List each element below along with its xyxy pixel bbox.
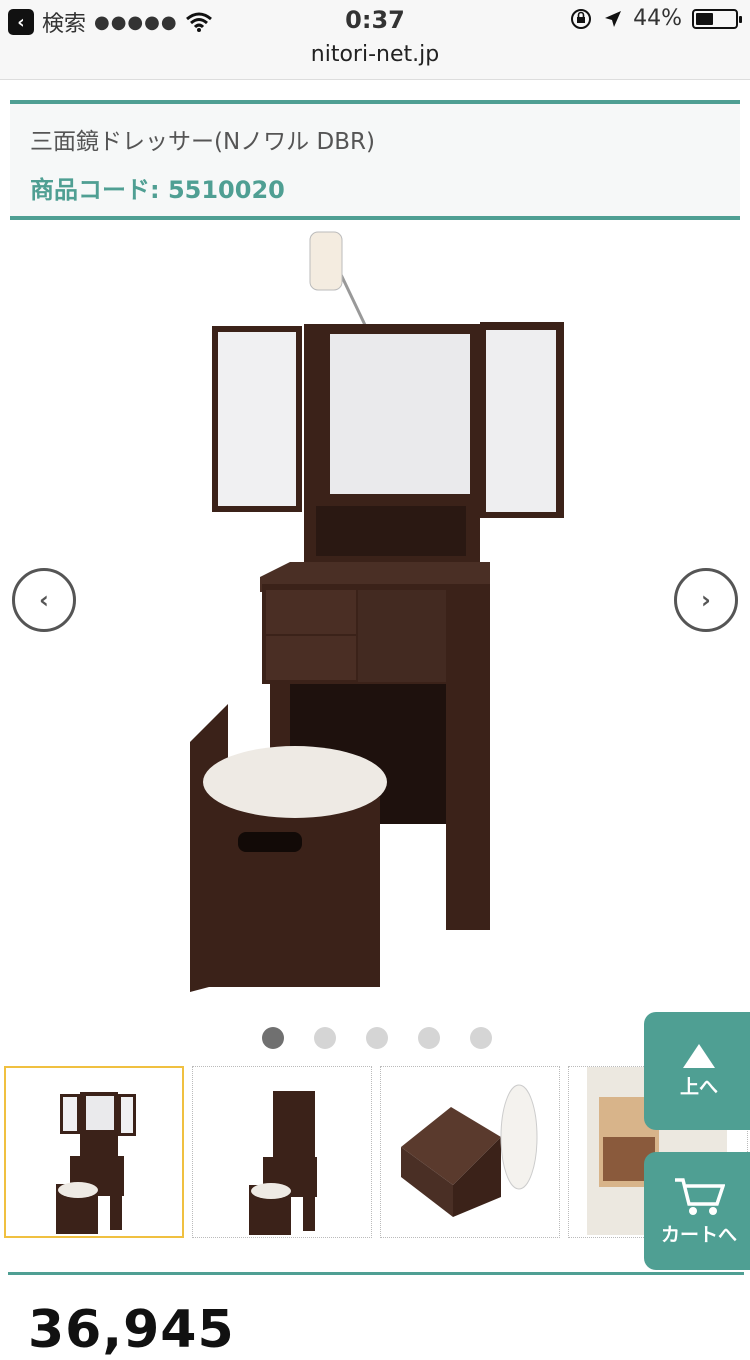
battery-icon <box>692 8 742 29</box>
pagination-dot[interactable] <box>366 1027 388 1049</box>
pagination-dot[interactable] <box>262 1027 284 1049</box>
thumbnail-dresser-closed[interactable] <box>192 1066 372 1238</box>
scroll-to-top-label: 上へ <box>679 1075 718 1098</box>
product-image-gallery[interactable]: ‹ › <box>0 222 750 1022</box>
go-to-cart-label: カートへ <box>660 1223 737 1246</box>
section-divider <box>8 1272 744 1275</box>
thumbnail-dresser-open[interactable] <box>4 1066 184 1238</box>
battery-percent: 44% <box>633 6 682 31</box>
pagination-dot[interactable] <box>418 1027 440 1049</box>
scroll-to-top-button[interactable]: 上へ <box>644 1012 750 1130</box>
product-code: 商品コード: 5510020 <box>30 176 285 204</box>
product-name: 三面鏡ドレッサー(Nノワル DBR) <box>30 129 375 155</box>
status-bar: ‹ 検索 ●●●●● 0:37 44% <box>0 0 750 40</box>
go-to-cart-button[interactable]: カートへ <box>644 1152 750 1270</box>
pagination-dot[interactable] <box>470 1027 492 1049</box>
battery-fill <box>696 12 713 25</box>
chevron-left-icon: ‹ <box>39 586 49 614</box>
thumbnail-strip <box>4 1066 750 1240</box>
pagination-dot[interactable] <box>314 1027 336 1049</box>
status-right: 44% <box>569 6 742 31</box>
product-main-image <box>190 231 564 992</box>
address-bar[interactable]: nitori-net.jp <box>0 40 750 80</box>
product-price: 36,945 <box>28 1300 235 1360</box>
up-arrow-icon <box>683 1043 715 1068</box>
next-image-button[interactable]: › <box>674 568 738 632</box>
thumbnail-stool-storage[interactable] <box>380 1066 560 1238</box>
prev-image-button[interactable]: ‹ <box>12 568 76 632</box>
url-text[interactable]: nitori-net.jp <box>311 42 439 67</box>
lock-rotation-icon <box>571 8 592 29</box>
location-icon <box>605 10 622 27</box>
gallery-pagination <box>0 1027 750 1049</box>
chevron-right-icon: › <box>701 586 711 614</box>
cart-icon <box>675 1177 725 1215</box>
product-header: 三面鏡ドレッサー(Nノワル DBR) 商品コード: 5510020 <box>10 100 740 220</box>
